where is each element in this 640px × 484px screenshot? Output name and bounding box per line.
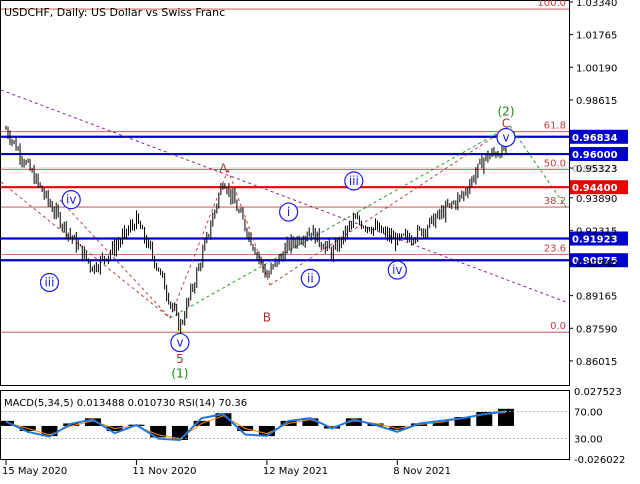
wave-label: iii bbox=[349, 174, 359, 188]
time-tick-label: 12 May 2021 bbox=[263, 466, 328, 477]
price-tick-label: 0.86015 bbox=[576, 357, 617, 368]
time-tick-label: 8 Nov 2021 bbox=[393, 466, 451, 477]
time-tick-label: 11 Nov 2020 bbox=[132, 466, 196, 477]
price-tick-label: 0.93890 bbox=[576, 194, 617, 205]
price-tick-label: 0.89165 bbox=[576, 292, 617, 303]
fib-level-label: 100.0 bbox=[537, 0, 566, 9]
fib-level-label: 23.6 bbox=[544, 244, 566, 255]
wave-label: iv bbox=[66, 193, 76, 207]
usdchf-chart: 100.061.850.038.223.60.00.968340.960000.… bbox=[0, 0, 640, 480]
price-tick-label: 0.95323 bbox=[576, 164, 617, 175]
indicator-title: MACD(5,34,5) 0.013488 0.010730 RSI(14) 7… bbox=[4, 398, 247, 409]
wave-label: B bbox=[263, 311, 271, 325]
price-level-label: 0.94400 bbox=[572, 183, 618, 194]
wave-label: v bbox=[176, 336, 183, 350]
fib-level-label: 61.8 bbox=[544, 121, 566, 132]
price-level-label: 0.96000 bbox=[572, 150, 618, 161]
fib-level-label: 0.0 bbox=[550, 321, 566, 332]
wave-label: A bbox=[219, 162, 228, 176]
wave-label: v bbox=[502, 130, 509, 144]
time-tick-label: 15 May 2020 bbox=[2, 466, 67, 477]
wave-label: (1) bbox=[171, 367, 188, 381]
price-tick-label: 1.01765 bbox=[576, 31, 617, 42]
wave-label: i bbox=[287, 205, 290, 219]
wave-label: iii bbox=[44, 275, 54, 289]
price-level-label: 0.96834 bbox=[572, 133, 618, 144]
chart-title: USDCHF, Daily: US Dollar vs Swiss Franc bbox=[4, 6, 225, 19]
price-tick-label: 0.98615 bbox=[576, 96, 617, 107]
indicator-tick-label: 30.00 bbox=[574, 435, 603, 446]
indicator-tick-label: 70.00 bbox=[574, 407, 603, 418]
wave-label: iv bbox=[392, 263, 402, 277]
price-tick-label: 1.00190 bbox=[576, 63, 617, 74]
price-tick-label: 0.90740 bbox=[576, 259, 617, 270]
indicator-tick-label: -0.026022 bbox=[574, 455, 625, 466]
price-tick-label: 1.03340 bbox=[576, 0, 617, 9]
wave-label: ii bbox=[307, 271, 314, 285]
indicator-tick-label: 0.027523 bbox=[574, 387, 622, 398]
wave-label: 5 bbox=[176, 352, 184, 366]
chart-window: 100.0 61.8 50.0 38.2 23.6 0.0 0.96834 0.96000 0.… bbox=[0, 0, 640, 480]
wave-label: (2) bbox=[498, 105, 515, 119]
price-tick-label: 0.87590 bbox=[576, 324, 617, 335]
price-tick-label: 0.92315 bbox=[576, 226, 617, 237]
